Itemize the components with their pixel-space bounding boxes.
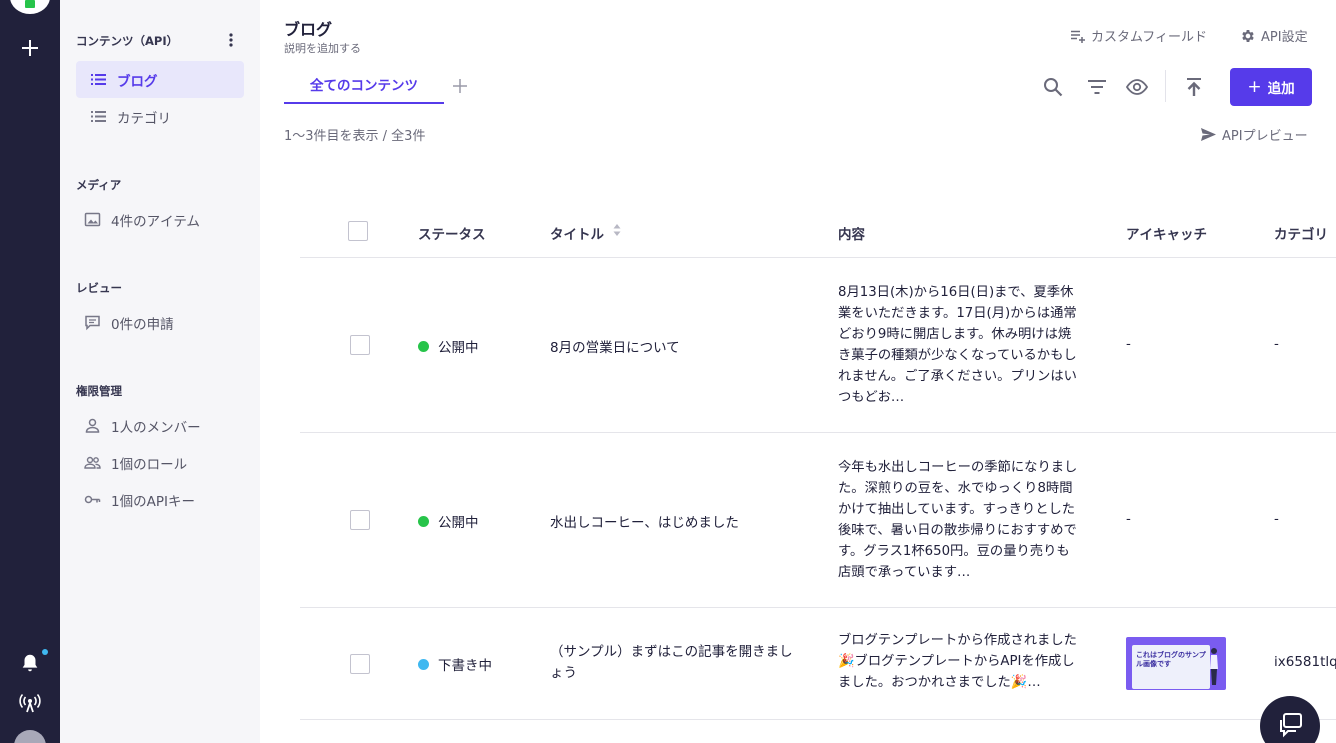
- status-dot: [418, 515, 429, 527]
- row-content: 今年も水出しコーヒーの季節になりました。深煎りの豆を、水でゆっくり8時間かけて抽…: [838, 460, 1078, 580]
- row-checkbox[interactable]: [350, 654, 370, 674]
- sidebar-item-label: 1個のAPIキー: [111, 493, 195, 510]
- status-label: 下書き中: [438, 658, 492, 674]
- sidebar-item-blog[interactable]: ブログ: [76, 61, 244, 98]
- status-dot: [418, 658, 429, 670]
- sidebar: コンテンツ（API） ブログ カテゴリ メディア 4件のアイテム レビュー 0件…: [60, 0, 260, 743]
- row-eyecatch: -: [1126, 336, 1131, 352]
- add-description-link[interactable]: 説明を追加する: [284, 40, 361, 56]
- row-checkbox[interactable]: [350, 510, 370, 530]
- chat-icon: [1280, 713, 1302, 738]
- row-eyecatch: -: [1126, 511, 1131, 527]
- kebab-menu-icon[interactable]: [226, 31, 236, 49]
- plus-icon: +: [1247, 77, 1262, 97]
- row-title: 水出しコーヒー、はじめました: [550, 515, 739, 531]
- group-icon: [84, 456, 101, 469]
- row-category: -: [1274, 336, 1279, 352]
- table-row[interactable]: 公開中 8月の営業日について 8月13日(木)から16日(日)まで、夏季休業をい…: [300, 258, 1336, 433]
- api-settings-label: API設定: [1261, 30, 1308, 45]
- sidebar-item-members[interactable]: 1人のメンバー: [76, 407, 244, 444]
- status-badge: 下書き中: [418, 654, 492, 674]
- row-content: ブログテンプレートから作成されました🎉ブログテンプレートからAPIを作成しました…: [838, 633, 1077, 690]
- api-preview-link[interactable]: APIプレビュー: [1200, 125, 1308, 144]
- table-row[interactable]: 公開中 水出しコーヒー、はじめました 今年も水出しコーヒーの季節になりました。深…: [300, 433, 1336, 608]
- sidebar-item-label: 4件のアイテム: [111, 213, 200, 230]
- tab-all-contents[interactable]: 全てのコンテンツ: [284, 66, 444, 104]
- status-label: 公開中: [438, 340, 479, 356]
- app-rail: [0, 0, 60, 743]
- custom-field-link[interactable]: カスタムフィールド: [1070, 26, 1207, 45]
- playlist-add-icon: [1071, 30, 1085, 43]
- service-logo-icon[interactable]: [10, 0, 50, 14]
- add-button[interactable]: + 追加: [1230, 68, 1312, 106]
- filter-icon[interactable]: [1086, 76, 1108, 98]
- column-status[interactable]: ステータス: [418, 223, 486, 243]
- send-icon: [1201, 128, 1216, 141]
- column-eyecatch[interactable]: アイキャッチ: [1126, 223, 1207, 243]
- gear-icon: [1242, 29, 1254, 42]
- image-icon: [84, 212, 101, 227]
- sidebar-item-label: ブログ: [117, 73, 158, 90]
- sidebar-section-content: コンテンツ（API）: [76, 34, 179, 48]
- custom-field-label: カスタムフィールド: [1091, 30, 1207, 45]
- eyecatch-thumbnail[interactable]: これはブログのサンプル画像です: [1126, 637, 1226, 690]
- sidebar-item-category[interactable]: カテゴリ: [76, 98, 244, 135]
- sidebar-item-label: 1個のロール: [111, 456, 188, 473]
- list-icon: [91, 111, 106, 122]
- sidebar-item-api-keys[interactable]: 1個のAPIキー: [76, 481, 244, 518]
- sidebar-section-media: メディア: [76, 178, 122, 192]
- toolbar-divider: [1165, 70, 1166, 102]
- key-icon: [84, 495, 101, 504]
- list-icon: [91, 74, 106, 85]
- upload-icon[interactable]: [1183, 76, 1205, 98]
- sidebar-item-roles[interactable]: 1個のロール: [76, 444, 244, 481]
- sidebar-item-media[interactable]: 4件のアイテム: [76, 201, 244, 238]
- select-all-checkbox[interactable]: [348, 221, 368, 241]
- row-content: 8月13日(木)から16日(日)まで、夏季休業をいただきます。17日(月)からは…: [838, 285, 1077, 405]
- broadcast-icon[interactable]: [18, 691, 42, 715]
- status-badge: 公開中: [418, 336, 479, 356]
- row-checkbox[interactable]: [350, 335, 370, 355]
- api-preview-label: APIプレビュー: [1222, 129, 1308, 144]
- table-row[interactable]: 下書き中 （サンプル）まずはこの記事を開きましょう ブログテンプレートから作成さ…: [300, 608, 1336, 720]
- column-content[interactable]: 内容: [838, 223, 865, 243]
- sidebar-item-review[interactable]: 0件の申請: [76, 304, 244, 341]
- add-tab-icon[interactable]: [450, 76, 470, 96]
- row-category: -: [1274, 511, 1279, 527]
- bell-icon[interactable]: [19, 652, 41, 674]
- row-category: ix6581tlqj: [1274, 654, 1336, 670]
- main-content: ブログ 説明を追加する カスタムフィールド API設定 全てのコンテンツ + 追…: [260, 0, 1336, 743]
- plus-icon[interactable]: [18, 36, 42, 60]
- row-title: 8月の営業日について: [550, 340, 680, 356]
- search-icon[interactable]: [1042, 76, 1064, 98]
- sidebar-item-label: 1人のメンバー: [111, 419, 201, 436]
- person-figure-icon: [1210, 648, 1218, 685]
- notification-dot: [42, 649, 48, 655]
- status-dot: [418, 340, 429, 352]
- person-icon: [85, 418, 100, 433]
- row-title: （サンプル）まずはこの記事を開きましょう: [550, 644, 793, 681]
- sidebar-item-label: 0件の申請: [111, 316, 174, 333]
- sidebar-section-permission: 権限管理: [76, 384, 122, 398]
- column-category[interactable]: カテゴリ: [1274, 223, 1328, 243]
- page-title: ブログ: [284, 20, 333, 39]
- thumbnail-card: これはブログのサンプル画像です: [1132, 645, 1210, 689]
- sidebar-item-label: カテゴリ: [117, 110, 171, 127]
- column-title[interactable]: タイトル: [550, 223, 604, 243]
- review-icon: [85, 315, 100, 331]
- add-button-label: 追加: [1267, 81, 1295, 97]
- eye-icon[interactable]: [1126, 76, 1148, 98]
- status-label: 公開中: [438, 515, 479, 531]
- sidebar-section-review: レビュー: [76, 281, 122, 295]
- status-badge: 公開中: [418, 511, 479, 531]
- table-header: ステータス タイトル 内容 アイキャッチ カテゴリ: [300, 204, 1336, 258]
- avatar[interactable]: [14, 730, 46, 743]
- api-settings-link[interactable]: API設定: [1240, 26, 1308, 45]
- tab-label: 全てのコンテンツ: [310, 78, 418, 94]
- result-count: 1〜3件目を表示 / 全3件: [284, 129, 426, 144]
- sort-icon[interactable]: [612, 222, 622, 238]
- thumbnail-caption: これはブログのサンプル画像です: [1136, 651, 1206, 668]
